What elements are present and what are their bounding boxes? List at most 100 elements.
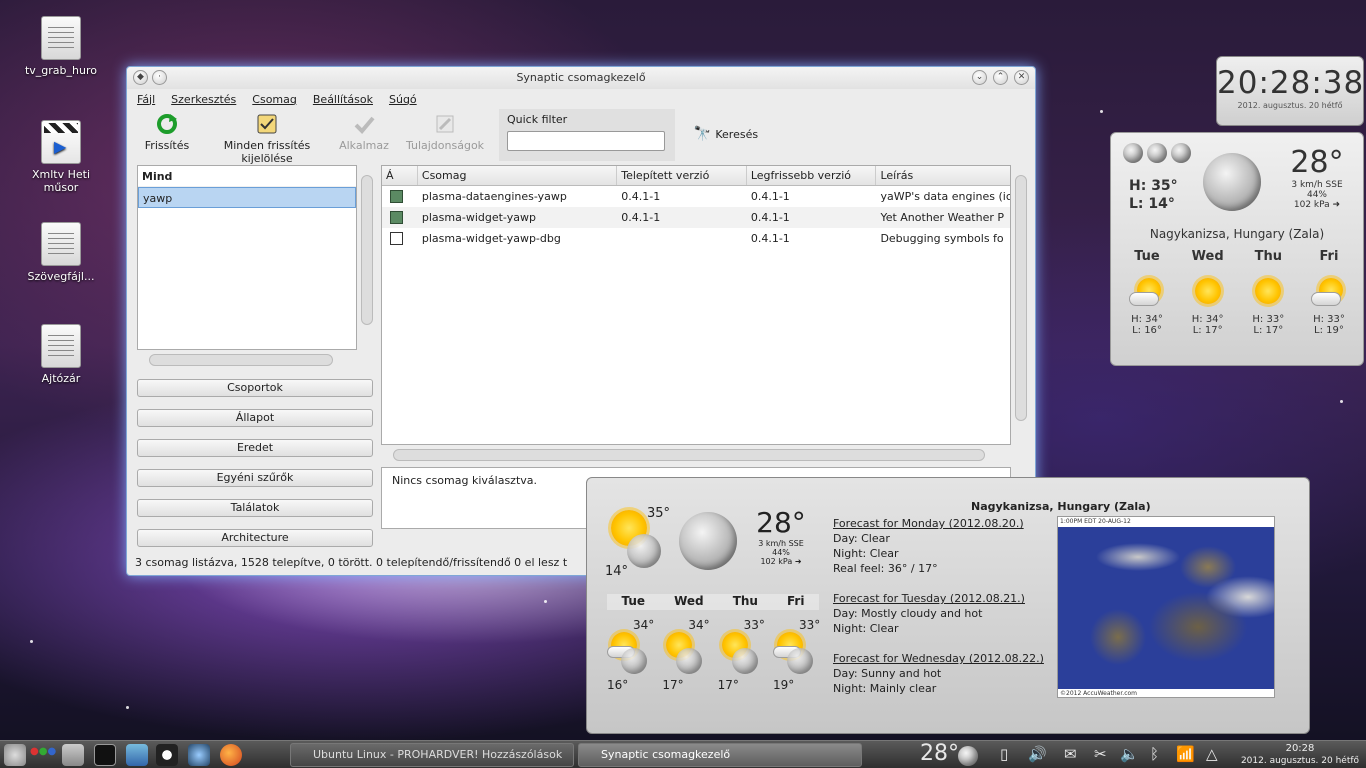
text-file-icon xyxy=(41,222,81,266)
window-titlebar[interactable]: ◆ · Synaptic csomagkezelő ⌄ ⌃ ✕ xyxy=(127,67,1035,89)
terminal-icon[interactable] xyxy=(94,744,116,766)
package-checkbox[interactable] xyxy=(390,211,403,224)
day-low: 16° xyxy=(607,678,629,692)
desktop-icon-xmltv[interactable]: Xmltv Heti műsor xyxy=(16,120,106,194)
table-vertical-scrollbar[interactable] xyxy=(1015,175,1027,421)
app-menu-icon[interactable]: ◆ xyxy=(133,70,148,85)
firefox-icon[interactable] xyxy=(220,744,242,766)
battery-icon[interactable]: ▯ xyxy=(1000,745,1008,763)
weather-widget-large[interactable]: Nagykanizsa, Hungary (Zala) 35° 14° 28° … xyxy=(586,477,1310,734)
location: Nagykanizsa, Hungary (Zala) xyxy=(971,500,1151,513)
forecast-day: Thu H: 33° L: 17° xyxy=(1240,249,1296,336)
tray-weather-temp[interactable]: 28° xyxy=(920,741,959,766)
forecast-title[interactable]: Forecast for Wednesday (2012.08.22.) xyxy=(833,651,1044,666)
map-caption-bottom: ©2012 AccuWeather.com xyxy=(1060,690,1138,697)
menu-package[interactable]: Csomag xyxy=(252,93,297,106)
origin-button[interactable]: Eredet xyxy=(137,439,373,457)
taskbar: ●●● Ubuntu Linux - PROHARDVER! Hozzászól… xyxy=(0,740,1366,768)
reload-icon xyxy=(156,113,178,135)
network-browser-icon[interactable] xyxy=(188,744,210,766)
forecast-day: 34° 17° xyxy=(660,618,714,692)
mark-all-upgrades-button[interactable]: Minden frissítés kijelölése xyxy=(201,109,333,165)
menu-help[interactable]: Súgó xyxy=(389,93,417,106)
task-synaptic[interactable]: Synaptic csomagkezelő xyxy=(578,743,862,767)
search-results-button[interactable]: Találatok xyxy=(137,499,373,517)
forecast-title[interactable]: Forecast for Monday (2012.08.20.) xyxy=(833,516,1024,531)
description-text: Nincs csomag kiválasztva. xyxy=(392,474,538,487)
menubar: Fájl Szerkesztés Csomag Beállítások Súgó xyxy=(127,89,1035,109)
tux-icon[interactable] xyxy=(156,744,178,766)
maximize-button[interactable]: ⌃ xyxy=(993,70,1008,85)
dolphin-icon[interactable] xyxy=(126,744,148,766)
table-row[interactable]: plasma-dataengines-yawp 0.4.1-1 0.4.1-1 … xyxy=(382,186,1010,207)
table-row[interactable]: plasma-widget-yawp 0.4.1-1 0.4.1-1 Yet A… xyxy=(382,207,1010,228)
desktop-icon-text-file[interactable]: Szövegfájl... xyxy=(16,222,106,283)
kickoff-menu-icon[interactable] xyxy=(4,744,26,766)
menu-edit[interactable]: Szerkesztés xyxy=(171,93,236,106)
volume-icon[interactable]: 🔊 xyxy=(1028,745,1047,763)
installed-version: 0.4.1-1 xyxy=(621,211,661,224)
groups-button[interactable]: Csoportok xyxy=(137,379,373,397)
filter-item-yawp[interactable]: yawp xyxy=(138,187,356,208)
task-firefox[interactable]: Ubuntu Linux - PROHARDVER! Hozzászólások xyxy=(290,743,574,767)
column-description[interactable]: Leírás xyxy=(876,166,1010,185)
today-high: H: 35° xyxy=(1129,178,1178,194)
weather-widget-small[interactable]: H: 35° L: 14° 28° 3 km/h SSE 44% 102 kPa… xyxy=(1110,132,1364,366)
menu-file[interactable]: Fájl xyxy=(137,93,155,106)
architecture-button[interactable]: Architecture xyxy=(137,529,373,547)
filter-header[interactable]: Mind xyxy=(138,166,356,187)
menu-settings[interactable]: Beállítások xyxy=(313,93,373,106)
column-latest[interactable]: Legfrissebb verzió xyxy=(747,166,877,185)
info-icon[interactable] xyxy=(1147,143,1167,163)
expand-tray-icon[interactable]: △ xyxy=(1206,745,1218,763)
klipper-icon[interactable]: ✂ xyxy=(1094,745,1107,763)
speaker-icon[interactable]: 🔈 xyxy=(1120,745,1139,763)
bluetooth-icon[interactable]: ᛒ xyxy=(1150,745,1159,763)
activities-icon[interactable]: ●●● xyxy=(30,744,58,766)
forecast-day: 33° 17° xyxy=(716,618,770,692)
table-horizontal-scrollbar[interactable] xyxy=(393,449,985,461)
pin-icon[interactable]: · xyxy=(152,70,167,85)
column-package[interactable]: Csomag xyxy=(418,166,618,185)
wifi-icon[interactable]: 📶 xyxy=(1176,745,1195,763)
quick-filter-input[interactable] xyxy=(507,131,665,151)
status-button[interactable]: Állapot xyxy=(137,409,373,427)
checkmark-icon xyxy=(353,113,375,135)
package-checkbox[interactable] xyxy=(390,232,403,245)
star xyxy=(126,706,129,709)
day-high: 33° xyxy=(798,618,821,632)
close-button[interactable]: ✕ xyxy=(1014,70,1029,85)
current-temp: 28° xyxy=(1290,145,1344,180)
clock-widget[interactable]: 20:28:38 2012. augusztus. 20 hétfő xyxy=(1216,56,1364,126)
refresh-icon[interactable] xyxy=(1171,143,1191,163)
day-name: Tue xyxy=(621,594,646,608)
column-status[interactable]: Á xyxy=(382,166,418,185)
humidity: 44% xyxy=(772,548,790,557)
toolbar: Frissítés Minden frissítés kijelölése Al… xyxy=(131,109,1031,165)
forecast-title[interactable]: Forecast for Tuesday (2012.08.21.) xyxy=(833,591,1025,606)
system-settings-icon[interactable] xyxy=(62,744,84,766)
desktop-icon-tv-grab[interactable]: tv_grab_huro xyxy=(16,16,106,77)
taskbar-clock[interactable]: 20:28 2012. augusztus. 20 hétfő xyxy=(1236,743,1364,767)
desktop-icon-ajtozar[interactable]: Ajtózár xyxy=(16,324,106,385)
status-bar: 3 csomag listázva, 1528 telepítve, 0 tör… xyxy=(135,556,568,569)
minimize-button[interactable]: ⌄ xyxy=(972,70,987,85)
search-button[interactable]: 🔭 Keresés xyxy=(687,109,765,159)
filter-horizontal-scrollbar[interactable] xyxy=(149,354,333,366)
custom-filters-button[interactable]: Egyéni szűrők xyxy=(137,469,373,487)
reload-button[interactable]: Frissítés xyxy=(135,109,199,152)
package-table: Á Csomag Telepített verzió Legfrissebb v… xyxy=(381,165,1011,445)
mail-icon[interactable]: ✉ xyxy=(1064,745,1077,763)
settings-icon[interactable] xyxy=(1123,143,1143,163)
quick-filter: Quick filter xyxy=(499,109,675,161)
table-row[interactable]: plasma-widget-yawp-dbg 0.4.1-1 Debugging… xyxy=(382,228,1010,249)
properties-button[interactable]: Tulajdonságok xyxy=(403,109,487,152)
reload-label: Frissítés xyxy=(144,139,190,152)
taskbar-date: 2012. augusztus. 20 hétfő xyxy=(1240,756,1360,766)
satellite-map[interactable]: 1:00PM EDT 20-AUG-12 ©2012 AccuWeather.c… xyxy=(1057,516,1275,698)
apply-button[interactable]: Alkalmaz xyxy=(337,109,391,152)
filter-vertical-scrollbar[interactable] xyxy=(361,175,373,325)
sunny-icon xyxy=(1240,264,1296,314)
package-checkbox[interactable] xyxy=(390,190,403,203)
column-installed[interactable]: Telepített verzió xyxy=(617,166,747,185)
